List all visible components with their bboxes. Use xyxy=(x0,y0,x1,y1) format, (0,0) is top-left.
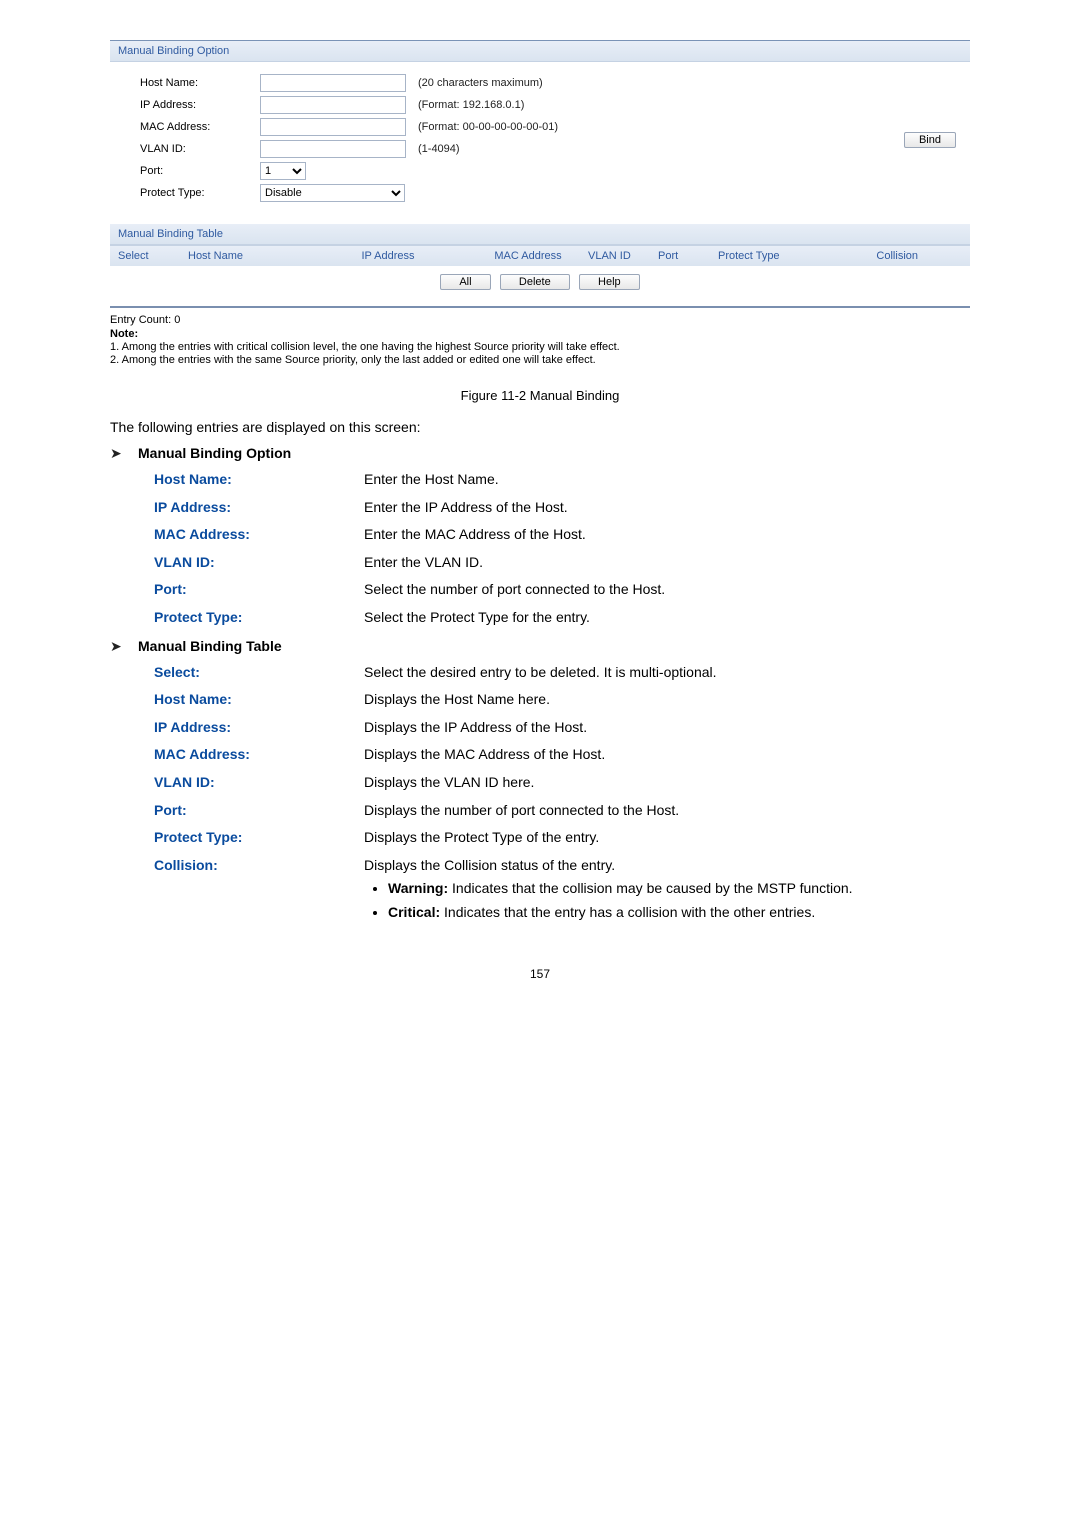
s2-ptype-label: Protect Type: xyxy=(154,828,364,848)
ip-label: IP Address: xyxy=(140,99,260,111)
s2-port-desc: Displays the number of port connected to… xyxy=(364,801,970,821)
s2-mac-desc: Displays the MAC Address of the Host. xyxy=(364,745,970,765)
col-vlan: VLAN ID xyxy=(588,250,658,262)
s2-hostname-desc: Displays the Host Name here. xyxy=(364,690,970,710)
s1-vlan-desc: Enter the VLAN ID. xyxy=(364,553,970,573)
chevron-right-icon: ➤ xyxy=(110,638,138,655)
vlan-label: VLAN ID: xyxy=(140,143,260,155)
s1-mac-desc: Enter the MAC Address of the Host. xyxy=(364,525,970,545)
col-ip: IP Address xyxy=(308,250,468,262)
s2-ptype-desc: Displays the Protect Type of the entry. xyxy=(364,828,970,848)
s2-collision-desc: Displays the Collision status of the ent… xyxy=(364,856,970,927)
figure-caption: Figure 11-2 Manual Binding xyxy=(110,388,970,403)
s1-ip-label: IP Address: xyxy=(154,498,364,518)
host-name-hint: (20 characters maximum) xyxy=(418,77,543,89)
vlan-hint: (1-4094) xyxy=(418,143,460,155)
s2-ip-desc: Displays the IP Address of the Host. xyxy=(364,718,970,738)
protect-type-select[interactable]: Disable xyxy=(260,184,405,202)
col-select: Select xyxy=(110,250,188,262)
ip-input[interactable] xyxy=(260,96,406,114)
section1-fields: Host Name:Enter the Host Name. IP Addres… xyxy=(154,470,970,628)
s1-mac-label: MAC Address: xyxy=(154,525,364,545)
s1-host-name-label: Host Name: xyxy=(154,470,364,490)
protect-type-label: Protect Type: xyxy=(140,187,260,199)
s1-ptype-desc: Select the Protect Type for the entry. xyxy=(364,608,970,628)
s2-hostname-label: Host Name: xyxy=(154,690,364,710)
col-mac: MAC Address xyxy=(468,250,588,262)
s1-port-label: Port: xyxy=(154,580,364,600)
s1-ip-desc: Enter the IP Address of the Host. xyxy=(364,498,970,518)
s2-collision-desc-text: Displays the Collision status of the ent… xyxy=(364,857,615,873)
host-name-input[interactable] xyxy=(260,74,406,92)
help-button[interactable]: Help xyxy=(579,274,640,290)
s1-vlan-label: VLAN ID: xyxy=(154,553,364,573)
intro-text: The following entries are displayed on t… xyxy=(110,419,970,435)
col-ptype: Protect Type xyxy=(718,250,828,262)
table-header-row: Select Host Name IP Address MAC Address … xyxy=(110,245,970,266)
s2-ip-label: IP Address: xyxy=(154,718,364,738)
section2-title: Manual Binding Table xyxy=(138,638,282,654)
page-number: 157 xyxy=(110,967,970,981)
s2-vlan-label: VLAN ID: xyxy=(154,773,364,793)
s2-vlan-desc: Displays the VLAN ID here. xyxy=(364,773,970,793)
s1-port-desc: Select the number of port connected to t… xyxy=(364,580,970,600)
delete-button[interactable]: Delete xyxy=(500,274,570,290)
table-panel-title: Manual Binding Table xyxy=(110,224,970,245)
option-panel-title: Manual Binding Option xyxy=(110,41,970,62)
bind-button[interactable]: Bind xyxy=(904,132,956,148)
manual-binding-panel: Manual Binding Option Host Name: (20 cha… xyxy=(110,40,970,308)
host-name-label: Host Name: xyxy=(140,77,260,89)
col-collision: Collision xyxy=(828,250,932,262)
chevron-right-icon: ➤ xyxy=(110,445,138,462)
ip-hint: (Format: 192.168.0.1) xyxy=(418,99,524,111)
note-title: Note: xyxy=(110,328,970,340)
s2-select-label: Select: xyxy=(154,663,364,683)
s2-select-desc: Select the desired entry to be deleted. … xyxy=(364,663,970,683)
all-button[interactable]: All xyxy=(440,274,490,290)
port-label: Port: xyxy=(140,165,260,177)
port-select[interactable]: 1 xyxy=(260,162,306,180)
s2-port-label: Port: xyxy=(154,801,364,821)
mac-hint: (Format: 00-00-00-00-00-01) xyxy=(418,121,558,133)
note-line-1: 1. Among the entries with critical colli… xyxy=(110,341,970,353)
entry-count: Entry Count: 0 xyxy=(110,314,970,326)
section2-fields: Select:Select the desired entry to be de… xyxy=(154,663,970,927)
mac-label: MAC Address: xyxy=(140,121,260,133)
s1-host-name-desc: Enter the Host Name. xyxy=(364,470,970,490)
section1-title: Manual Binding Option xyxy=(138,445,291,461)
note-line-2: 2. Among the entries with the same Sourc… xyxy=(110,354,970,366)
vlan-input[interactable] xyxy=(260,140,406,158)
s2-collision-label: Collision: xyxy=(154,856,364,927)
collision-bullet-warning: Warning: Indicates that the collision ma… xyxy=(388,879,970,899)
col-port: Port xyxy=(658,250,718,262)
s2-mac-label: MAC Address: xyxy=(154,745,364,765)
s1-ptype-label: Protect Type: xyxy=(154,608,364,628)
col-hostname: Host Name xyxy=(188,250,308,262)
collision-bullet-critical: Critical: Indicates that the entry has a… xyxy=(388,903,970,923)
mac-input[interactable] xyxy=(260,118,406,136)
